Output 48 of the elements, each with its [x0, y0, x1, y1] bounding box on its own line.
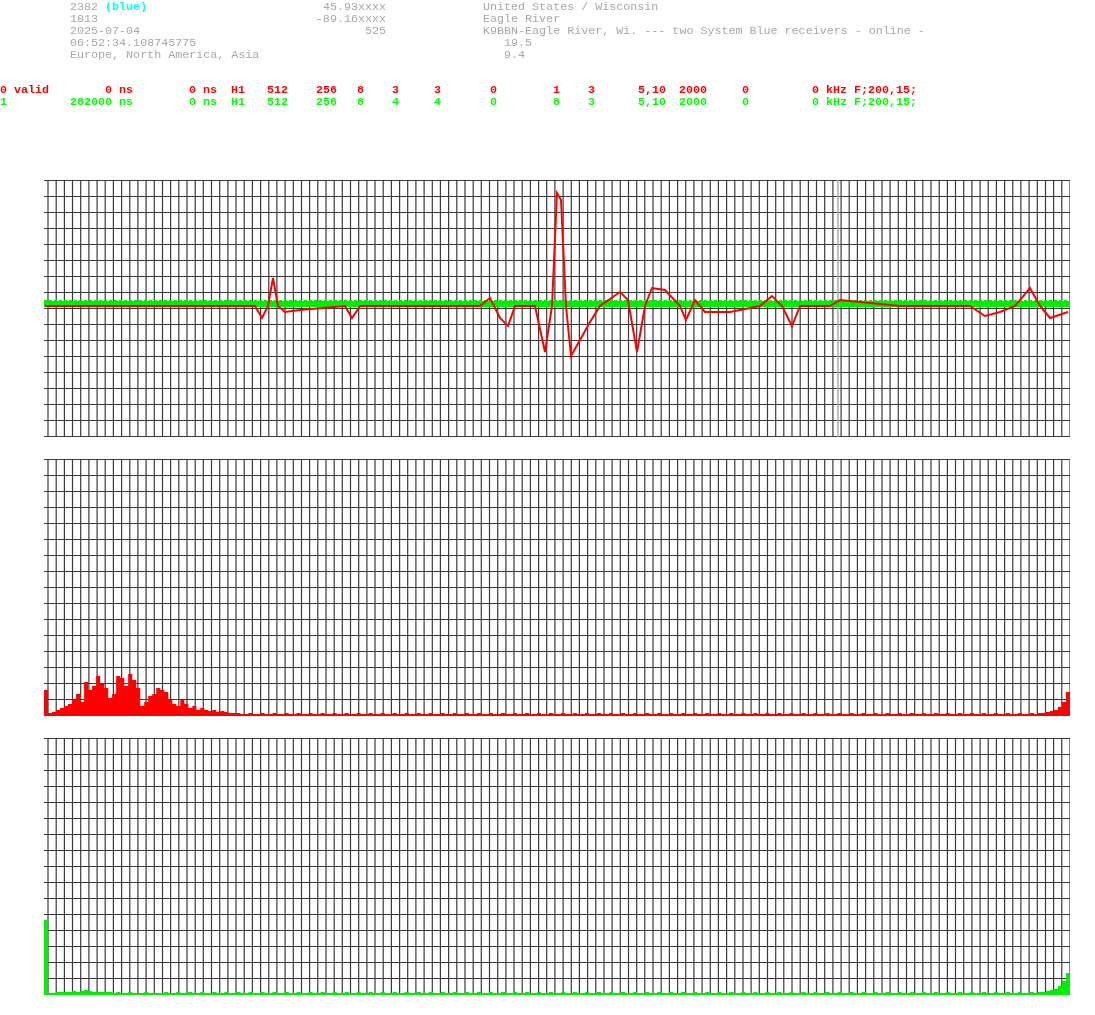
- table-cell-text: 1: [552, 84, 560, 96]
- table-cell-text: 2000: [677, 84, 707, 96]
- table-cell-text: 0 ns: [103, 84, 133, 96]
- station-info: 2025-07-04: [70, 25, 141, 37]
- table-cell-text: 0: [489, 96, 497, 108]
- table-cell-text: 4: [433, 96, 441, 108]
- location-text: K9BBN-Eagle River, Wi. --- two System Blue receivers - online -: [483, 25, 925, 37]
- table-cell-text: 1: [0, 96, 8, 108]
- table-cell-text: 8: [552, 96, 560, 108]
- station-id: 2382: [70, 1, 99, 13]
- location-text: Eagle River: [483, 13, 561, 25]
- table-cell-text: 282000 ns: [68, 96, 133, 108]
- reading-value: 19.5: [504, 37, 533, 49]
- table-cell-text: F;200,15;: [853, 84, 919, 96]
- table-cell-text: F;200,15;: [853, 96, 919, 108]
- table-cell-text: 5,10: [636, 96, 666, 108]
- table-cell-text: 3: [587, 84, 595, 96]
- table-cell-text: 3: [433, 84, 441, 96]
- table-cell-text: 3: [587, 96, 595, 108]
- table-cell-text: 0 ns: [187, 96, 217, 108]
- station-info: 06:52:34.108745775: [70, 37, 197, 49]
- table-cell-text: 512: [265, 96, 288, 108]
- coordinate-value: 525: [364, 25, 386, 37]
- table-cell-text: 0 kHz: [810, 96, 847, 108]
- coordinate-value: -89.16xxxx: [315, 13, 386, 25]
- table-cell-text: 8: [356, 84, 364, 96]
- table-cell-text: 0: [741, 84, 749, 96]
- table-cell-text: 0: [741, 96, 749, 108]
- table-cell-text: 256: [314, 96, 337, 108]
- table-cell-text: H1: [229, 84, 245, 96]
- table-cell-text: 0 kHz: [810, 84, 847, 96]
- station-info: 1813: [70, 13, 99, 25]
- location-text: United States / Wisconsin: [483, 1, 659, 13]
- table-cell-text: 4: [391, 96, 399, 108]
- table-cell-text: 512: [265, 84, 288, 96]
- table-cell-text: 5,10: [636, 84, 666, 96]
- station-tag: (blue): [105, 1, 148, 13]
- reading-value: 9.4: [504, 49, 526, 61]
- station-info: Europe, North America, Asia: [70, 49, 260, 61]
- table-cell-text: 0 ns: [187, 84, 217, 96]
- table-cell-text: 8: [356, 96, 364, 108]
- table-cell-text: 0 valid: [0, 84, 51, 96]
- coordinate-value: 45.93xxxx: [322, 1, 386, 13]
- table-cell-text: 3: [391, 84, 399, 96]
- table-cell-text: 256: [314, 84, 337, 96]
- table-cell-text: 2000: [677, 96, 707, 108]
- table-cell-text: H1: [229, 96, 245, 108]
- table-cell-text: 0: [489, 84, 497, 96]
